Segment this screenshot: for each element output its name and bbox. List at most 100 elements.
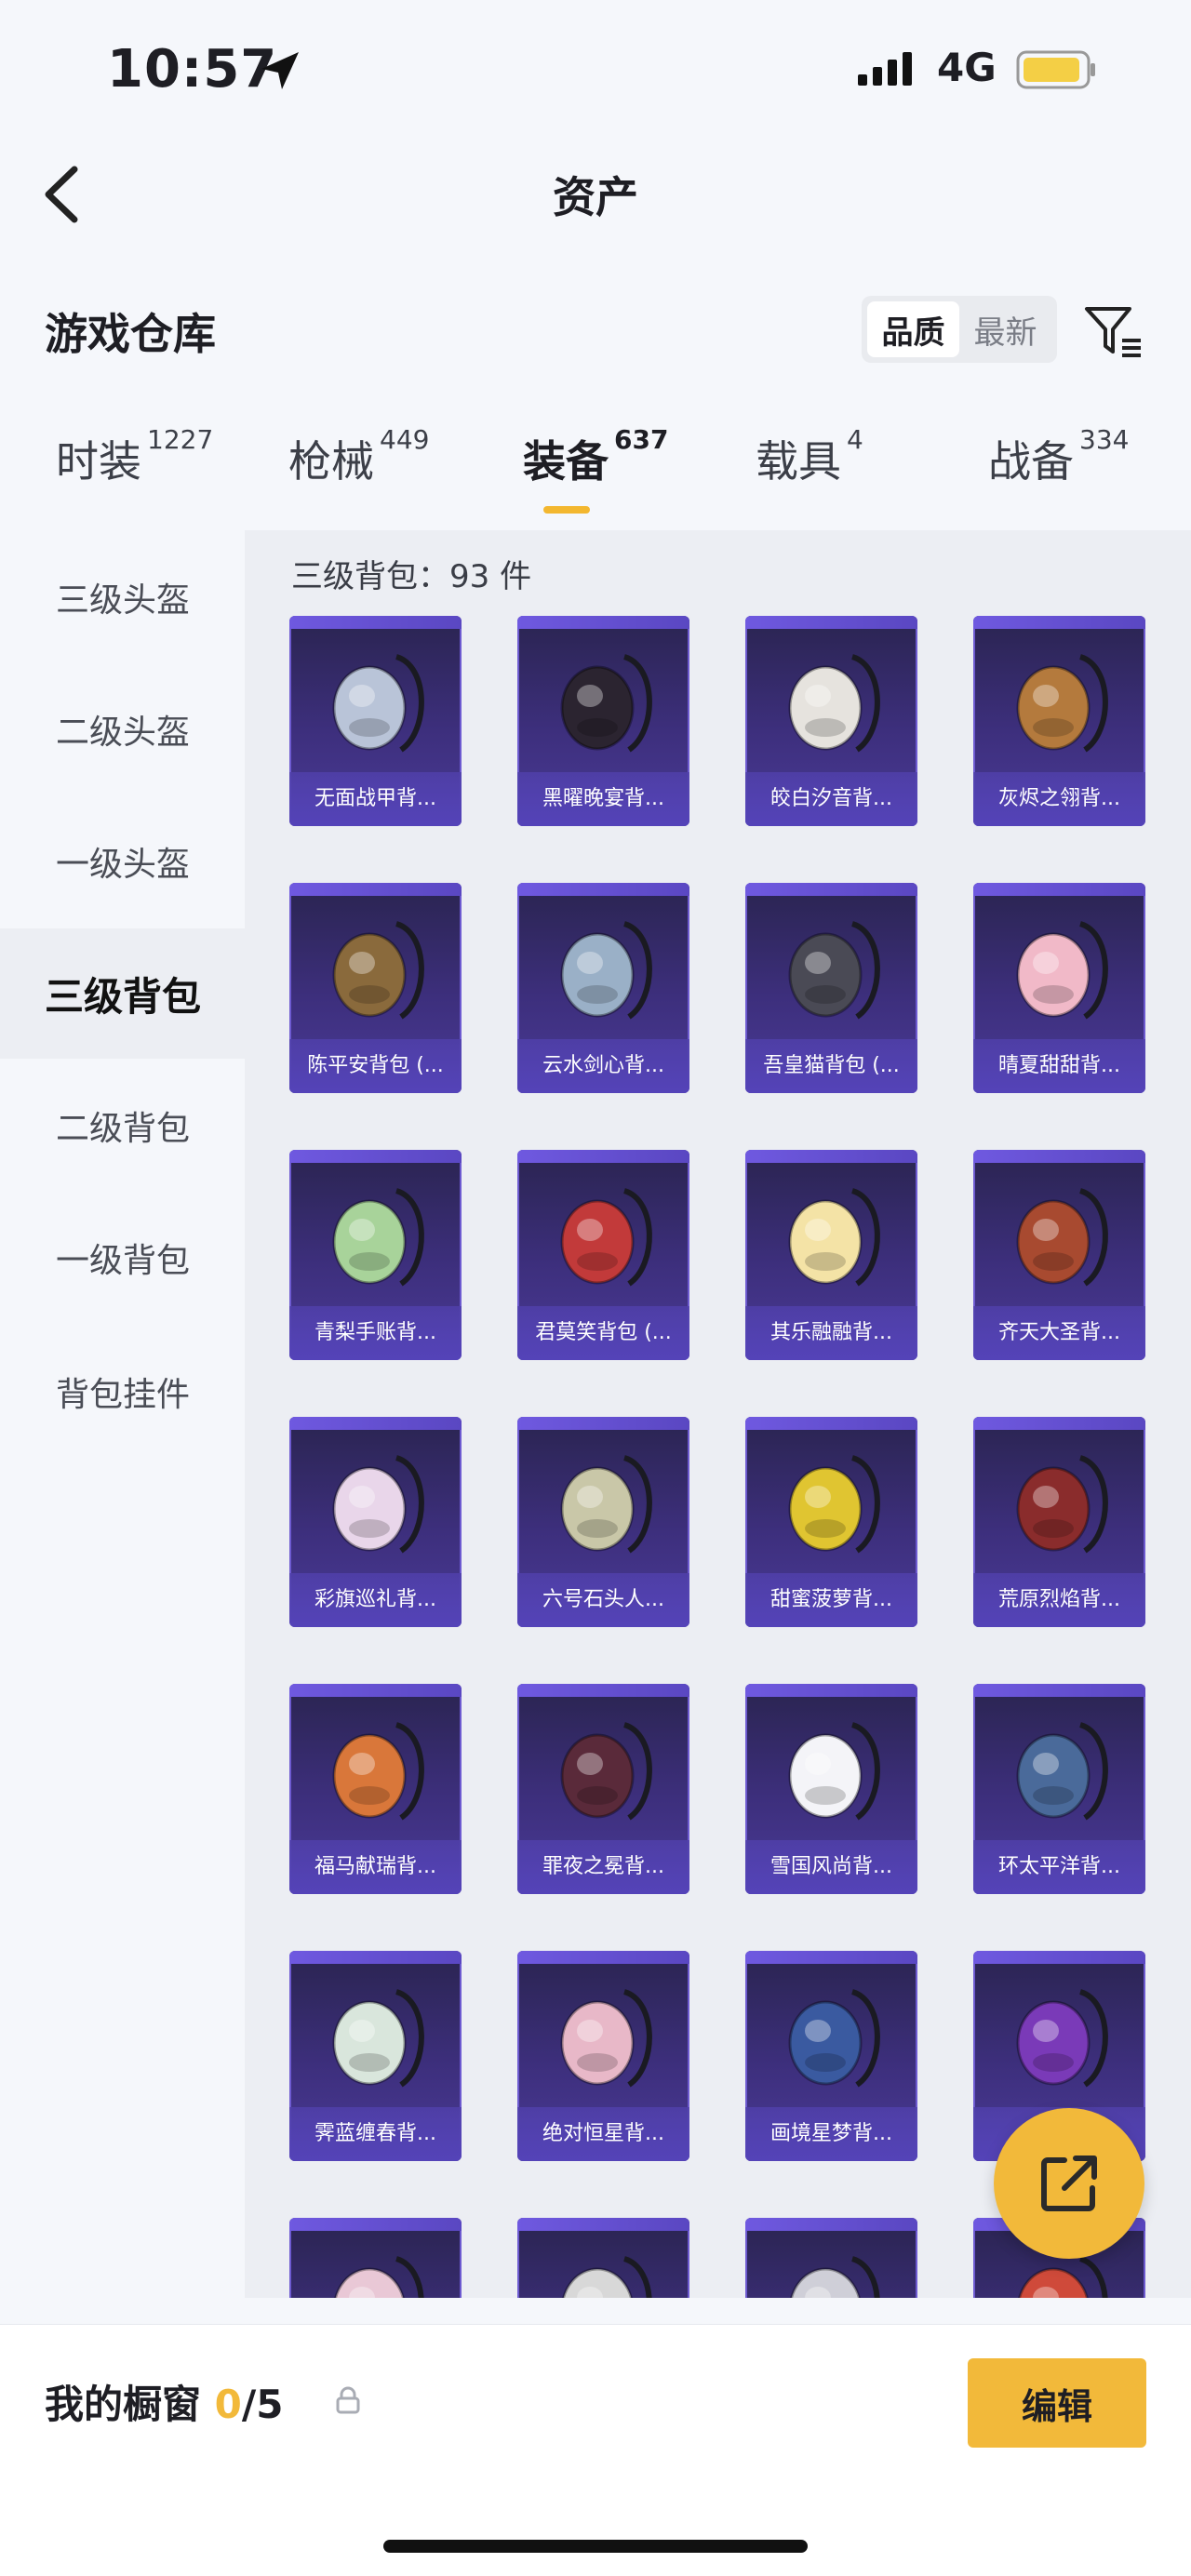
tab-label: 载具 xyxy=(756,436,841,487)
share-icon xyxy=(1041,2156,1097,2211)
cake-backpack-icon xyxy=(332,1188,424,1287)
chick-backpack-icon xyxy=(788,1188,880,1287)
sidebar-item-backpack-2[interactable]: 二级背包 xyxy=(0,1061,245,1191)
item-card[interactable]: 霁蓝缠春背... xyxy=(289,1951,462,2161)
item-card[interactable]: 绝对恒星背... xyxy=(517,1951,689,2161)
penguin-backpack-icon xyxy=(788,1722,880,1821)
card-quality-strip xyxy=(745,616,917,629)
item-card[interactable]: 吾皇猫背包 (... xyxy=(745,883,917,1093)
card-quality-strip xyxy=(289,1417,462,1430)
item-name: 彩旗巡礼背... xyxy=(289,1573,462,1627)
item-card[interactable]: 皎白汐音背... xyxy=(745,616,917,826)
location-arrow-icon xyxy=(261,52,299,89)
item-card[interactable]: 青梨手账背... xyxy=(289,1150,462,1360)
mech-backpack-icon xyxy=(1016,1722,1108,1821)
card-quality-strip xyxy=(973,883,1145,896)
signal-icon xyxy=(858,52,912,86)
tab-vehicles[interactable]: 载具 4 xyxy=(756,424,863,489)
item-card[interactable]: 六号石头人... xyxy=(517,1417,689,1627)
horse-backpack-icon xyxy=(332,1722,424,1821)
item-card[interactable]: 画境星梦背... xyxy=(745,1951,917,2161)
item-name: 君莫笑背包 (... xyxy=(517,1306,689,1360)
item-card[interactable] xyxy=(289,2218,462,2298)
item-card[interactable]: 环太平洋背... xyxy=(973,1684,1145,1894)
tab-active-indicator xyxy=(543,506,590,514)
item-card[interactable] xyxy=(745,2218,917,2298)
card-quality-strip xyxy=(973,1417,1145,1430)
item-count-label: 三级背包：93 件 xyxy=(291,558,532,595)
card-quality-strip xyxy=(745,1417,917,1430)
showcase-bar: 我的橱窗 0/5 编辑 xyxy=(0,2324,1191,2576)
item-card[interactable]: 彩旗巡礼背... xyxy=(289,1417,462,1627)
item-card[interactable]: 齐天大圣背... xyxy=(973,1150,1145,1360)
tab-firearms[interactable]: 枪械 449 xyxy=(288,424,429,489)
subcategory-sidebar: 三级头盔 二级头盔 一级头盔 三级背包 二级背包 一级背包 背包挂件 xyxy=(0,530,245,2298)
item-card[interactable]: 其乐融融背... xyxy=(745,1150,917,1360)
item-name: 其乐融融背... xyxy=(745,1306,917,1360)
tab-fashion[interactable]: 时装 1227 xyxy=(56,424,213,489)
item-name: 画境星梦背... xyxy=(745,2107,917,2161)
popcorn-backpack-icon xyxy=(560,1989,652,2088)
share-button[interactable] xyxy=(994,2108,1144,2259)
cat-backpack-icon xyxy=(788,921,880,1020)
card-quality-strip xyxy=(745,883,917,896)
card-quality-strip xyxy=(517,1417,689,1430)
edit-button[interactable]: 编辑 xyxy=(968,2358,1146,2448)
card-quality-strip xyxy=(517,2218,689,2231)
item-card[interactable]: 君莫笑背包 (... xyxy=(517,1150,689,1360)
item-card[interactable]: 甜蜜菠萝背... xyxy=(745,1417,917,1627)
clock-backpack-icon xyxy=(332,1455,424,1554)
showcase-title: 我的橱窗 xyxy=(45,2382,202,2427)
sort-newest-button[interactable]: 最新 xyxy=(959,301,1051,357)
tab-equipment[interactable]: 装备 637 xyxy=(523,424,668,489)
item-card[interactable]: 云水剑心背... xyxy=(517,883,689,1093)
item-card[interactable]: 晴夏甜甜背... xyxy=(973,883,1145,1093)
vest-backpack-icon xyxy=(1016,1455,1108,1554)
item-card[interactable]: 黑曜晚宴背... xyxy=(517,616,689,826)
item-card[interactable]: 雪国风尚背... xyxy=(745,1684,917,1894)
item-card[interactable]: 罪夜之冕背... xyxy=(517,1684,689,1894)
card-quality-strip xyxy=(289,2218,462,2231)
item-card[interactable]: 无面战甲背... xyxy=(289,616,462,826)
bunny-backpack-icon xyxy=(1016,921,1108,1020)
pearl-backpack-icon xyxy=(788,654,880,753)
card-quality-strip xyxy=(517,883,689,896)
status-bar: 10:57 4G xyxy=(0,0,1191,140)
card-quality-strip xyxy=(973,1951,1145,1964)
dog-backpack-icon xyxy=(560,654,652,753)
jester-backpack-icon xyxy=(1016,1989,1108,2088)
item-card[interactable]: 陈平安背包 (... xyxy=(289,883,462,1093)
sidebar-item-backpack-1[interactable]: 一级背包 xyxy=(0,1193,245,1323)
item-card[interactable] xyxy=(517,2218,689,2298)
tab-label: 时装 xyxy=(56,436,141,487)
item-card[interactable]: 福马献瑞背... xyxy=(289,1684,462,1894)
item-card[interactable]: 荒原烈焰背... xyxy=(973,1417,1145,1627)
sidebar-item-helmet-2[interactable]: 二级头盔 xyxy=(0,664,245,794)
card-quality-strip xyxy=(289,1951,462,1964)
item-name: 陈平安背包 (... xyxy=(289,1039,462,1093)
wing-backpack-icon xyxy=(560,1188,652,1287)
bunny-backpack-icon xyxy=(334,2256,424,2298)
sidebar-item-pendant[interactable]: 背包挂件 xyxy=(0,1327,245,1457)
item-card[interactable]: 灰烬之翎背... xyxy=(973,616,1145,826)
sidebar-item-helmet-1[interactable]: 一级头盔 xyxy=(0,796,245,927)
sidebar-item-helmet-3[interactable]: 三级头盔 xyxy=(0,532,245,662)
tab-label: 枪械 xyxy=(288,436,374,487)
card-quality-strip xyxy=(745,2218,917,2231)
item-name: 无面战甲背... xyxy=(289,772,462,826)
card-quality-strip xyxy=(289,1684,462,1697)
tab-count: 1227 xyxy=(147,424,214,455)
filter-icon[interactable] xyxy=(1081,300,1144,363)
card-quality-strip xyxy=(745,1684,917,1697)
tab-supplies[interactable]: 战备 334 xyxy=(988,424,1129,489)
item-name: 灰烬之翎背... xyxy=(973,772,1145,826)
sort-quality-button[interactable]: 品质 xyxy=(867,301,959,357)
item-name: 荒原烈焰背... xyxy=(973,1573,1145,1627)
item-name: 甜蜜菠萝背... xyxy=(745,1573,917,1627)
frame-backpack-icon xyxy=(788,1989,880,2088)
home-indicator xyxy=(383,2540,808,2553)
showcase-current-count: 0 xyxy=(214,2382,242,2427)
basket-backpack-icon xyxy=(332,921,424,1020)
fox-backpack-icon xyxy=(790,2256,880,2298)
sidebar-item-backpack-3[interactable]: 三级背包 xyxy=(0,928,245,1059)
